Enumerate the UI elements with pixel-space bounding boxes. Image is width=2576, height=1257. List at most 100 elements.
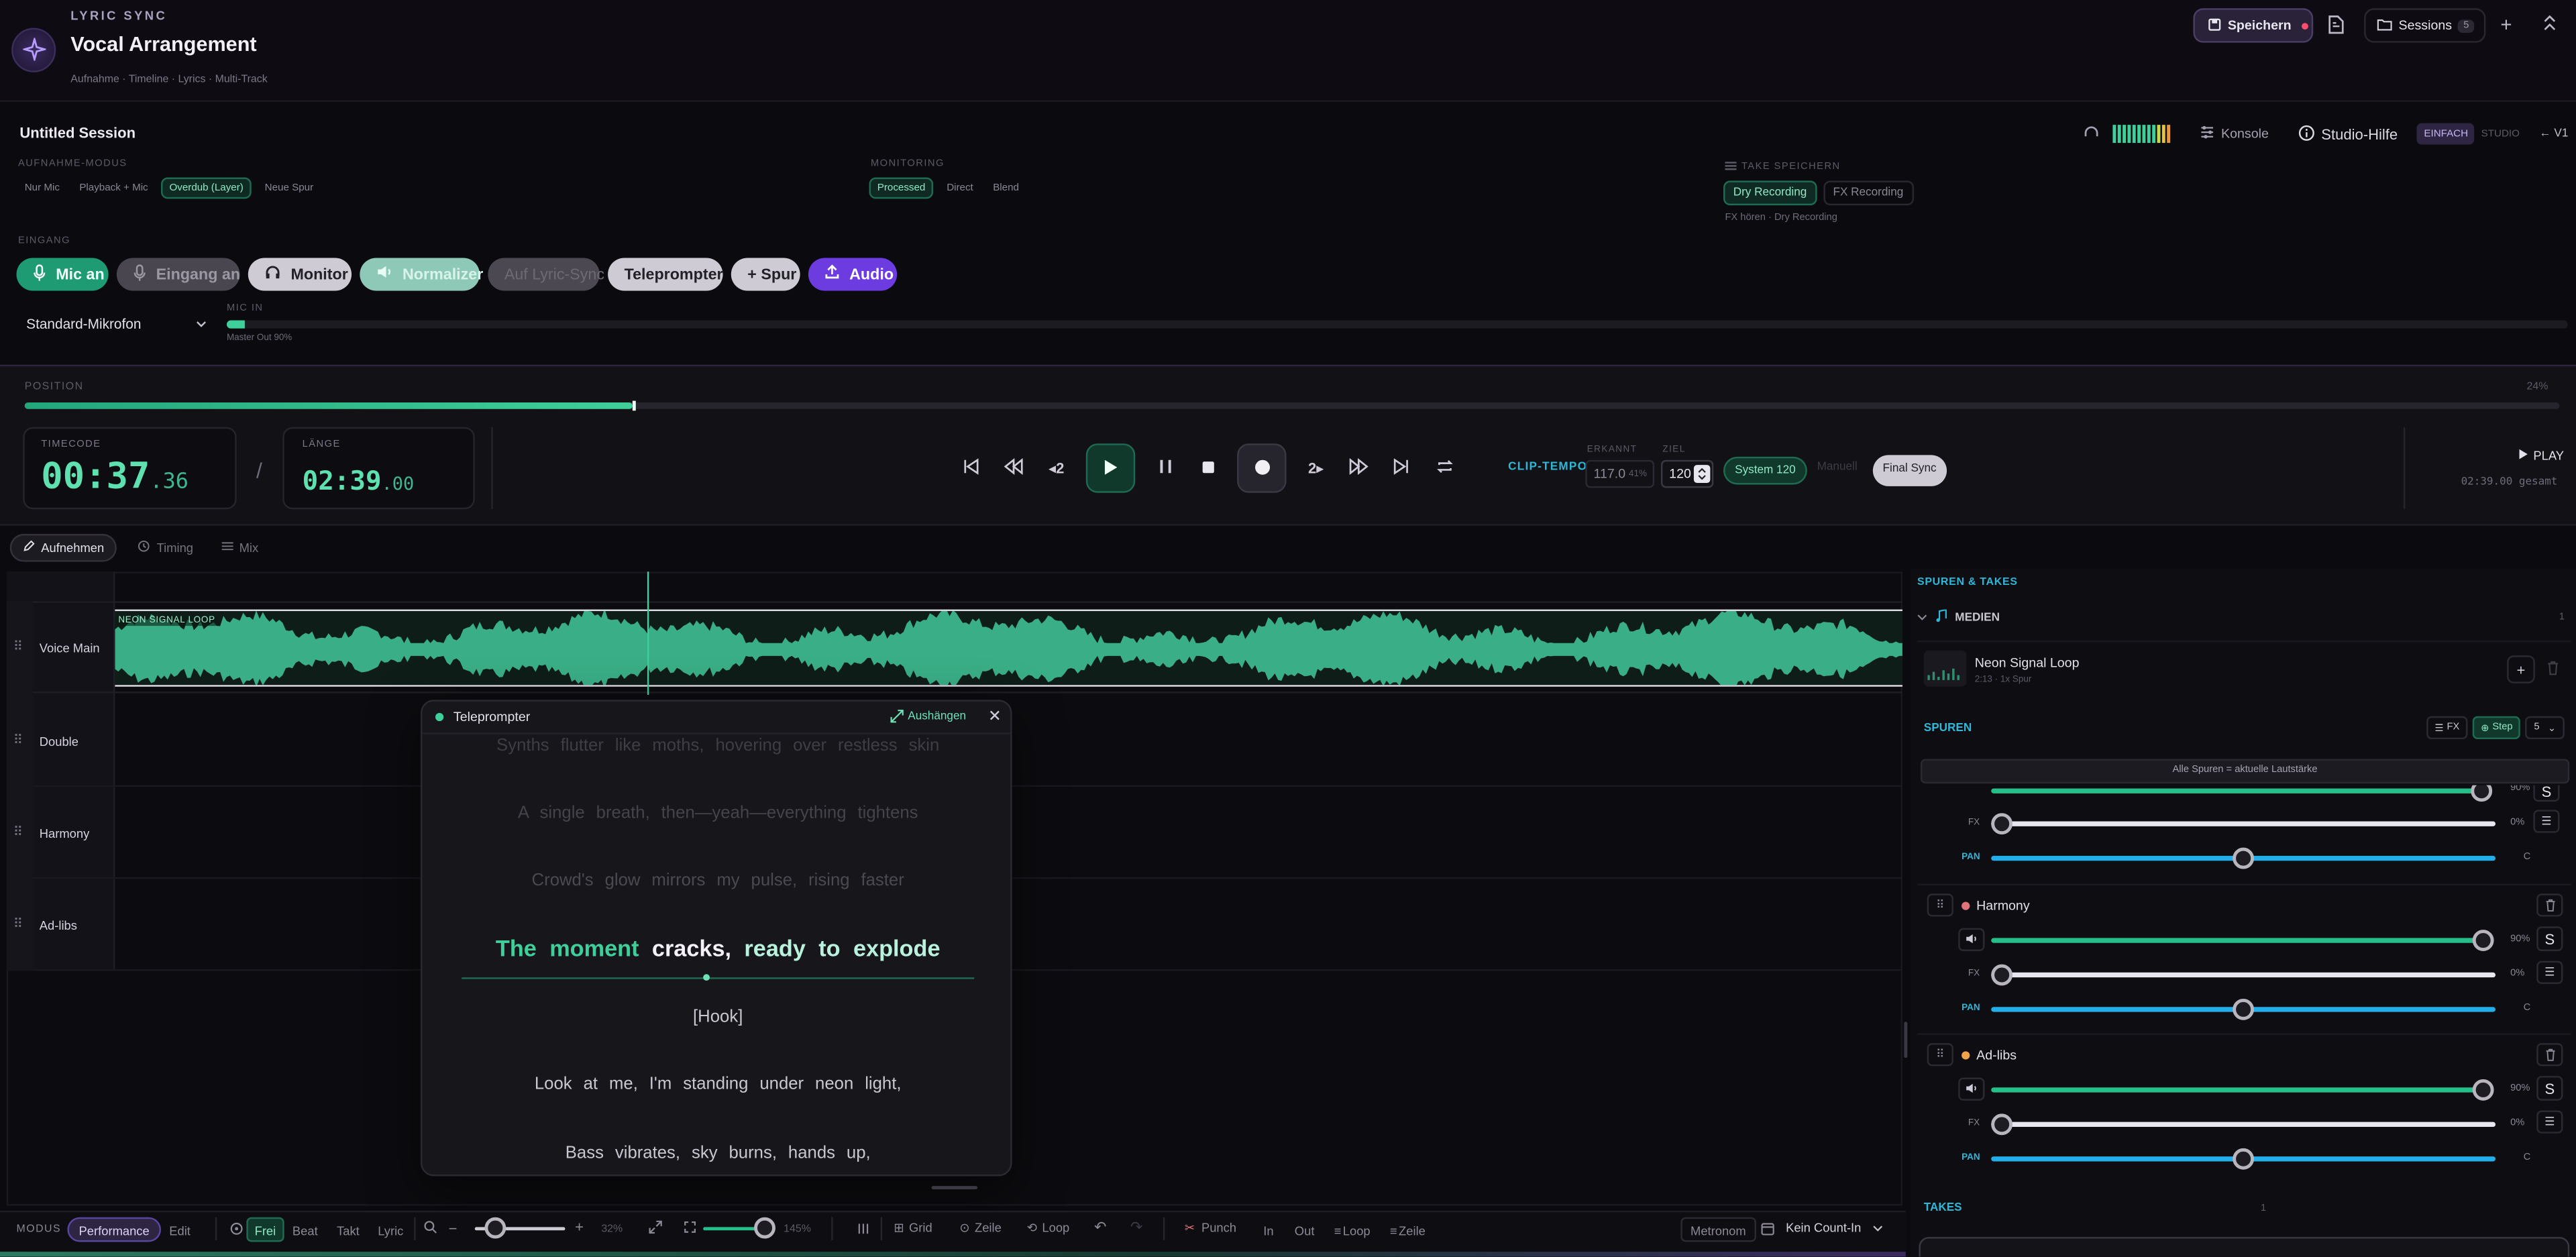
trash-icon[interactable]	[2536, 1043, 2563, 1067]
teleprompter-button[interactable]: Teleprompter	[608, 258, 723, 291]
play-button[interactable]	[1085, 443, 1136, 493]
forward-2s-button[interactable]: 2▸	[1298, 450, 1334, 486]
drag-handle-icon[interactable]: ⠿	[13, 917, 23, 932]
record-mode-playback[interactable]: Playback + Mic	[73, 179, 155, 197]
trash-icon[interactable]	[2546, 660, 2560, 678]
slider-knob[interactable]	[1991, 964, 2013, 986]
solo-button[interactable]: S	[2533, 785, 2560, 802]
snap-beat[interactable]: Beat	[292, 1224, 318, 1239]
fx-settings-icon[interactable]: ☰	[2533, 810, 2560, 833]
step-select[interactable]: 5 ⌄	[2526, 716, 2565, 740]
save-button[interactable]: Speichern	[2193, 8, 2314, 43]
punch-in[interactable]: In	[1263, 1224, 1273, 1239]
mode-simple[interactable]: EINFACH	[2417, 123, 2475, 145]
track-name-harmony[interactable]: Harmony	[40, 826, 90, 841]
line-toggle[interactable]: ⊙ Zeile	[959, 1221, 1002, 1236]
fx-slider[interactable]	[1991, 813, 2496, 835]
punch-line[interactable]: ≡ Zeile	[1390, 1224, 1426, 1239]
zoom-slider[interactable]	[474, 1217, 566, 1239]
volume-slider[interactable]	[1991, 785, 2493, 802]
slider-knob[interactable]	[1991, 1113, 2013, 1136]
zoom-in-button[interactable]: +	[575, 1219, 584, 1235]
slider-knob[interactable]	[2472, 930, 2494, 951]
skip-start-button[interactable]	[953, 450, 989, 486]
record-mode-overdub[interactable]: Overdub (Layer)	[161, 177, 252, 199]
punch-out[interactable]: Out	[1295, 1224, 1315, 1239]
fx-toggle[interactable]: ☰ FX	[2426, 716, 2468, 740]
mic-on-button[interactable]: Mic an	[16, 258, 109, 291]
stop-button[interactable]	[1189, 450, 1226, 486]
tab-timing[interactable]: Timing	[127, 534, 205, 562]
fx-slider[interactable]	[1991, 1113, 2496, 1136]
media-header[interactable]: MEDIEN 1	[1917, 604, 2575, 631]
fx-settings-icon[interactable]: ☰	[2536, 1110, 2563, 1134]
fx-slider[interactable]	[1991, 964, 2496, 986]
close-icon[interactable]	[989, 710, 1000, 724]
sessions-button[interactable]: Sessions 5	[2364, 8, 2486, 43]
tab-mix[interactable]: Mix	[215, 534, 265, 562]
track-name-adlibs[interactable]: Ad-libs	[40, 918, 77, 933]
volume-slider[interactable]	[1991, 1079, 2494, 1101]
height-icon[interactable]	[684, 1221, 697, 1237]
track-name-voice-main[interactable]: Voice Main	[40, 641, 100, 655]
snap-icon[interactable]	[230, 1222, 244, 1238]
system-tempo-button[interactable]: System 120	[1723, 456, 1807, 485]
audio-clip[interactable]: NEON SIGNAL LOOP	[115, 609, 1902, 687]
columns-icon[interactable]	[857, 1222, 869, 1238]
snap-lyric[interactable]: Lyric	[378, 1224, 403, 1239]
normalizer-button[interactable]: Normalizer	[360, 258, 483, 291]
resize-handle[interactable]	[931, 1186, 978, 1190]
punch-loop[interactable]: ≡ Loop	[1334, 1224, 1371, 1239]
undo-icon[interactable]: ↶	[1094, 1219, 1106, 1237]
count-in-select[interactable]: Kein Count-In	[1786, 1221, 1882, 1236]
audio-button[interactable]: Audio	[808, 258, 898, 291]
take-dry-recording[interactable]: Dry Recording	[1723, 180, 1817, 206]
panel-scroll-handle[interactable]	[1904, 1022, 1908, 1058]
position-bar[interactable]	[24, 400, 2560, 411]
slider-knob[interactable]	[2472, 1079, 2494, 1101]
mode-edit[interactable]: Edit	[169, 1224, 191, 1239]
snap-takt[interactable]: Takt	[337, 1224, 360, 1239]
mute-button[interactable]	[1958, 1077, 1985, 1101]
record-mode-neue-spur[interactable]: Neue Spur	[258, 179, 320, 197]
loop-toggle[interactable]: ⟲ Loop	[1027, 1221, 1070, 1236]
trash-icon[interactable]	[2536, 893, 2563, 917]
add-media-button[interactable]: +	[2507, 655, 2535, 684]
pan-slider[interactable]	[1991, 1148, 2496, 1170]
collapse-icon[interactable]	[2542, 15, 2558, 34]
metronome-button[interactable]: Metronom	[1680, 1217, 1756, 1242]
volume-slider[interactable]	[1991, 930, 2494, 951]
spinner-icon[interactable]	[1693, 465, 1711, 484]
pause-button[interactable]	[1146, 450, 1183, 486]
help-button[interactable]: Studio-Hilfe	[2298, 124, 2398, 144]
all-tracks-button[interactable]: Alle Spuren = aktuelle Lautstärke	[1920, 759, 2570, 784]
device-select[interactable]: Standard-Mikrofon	[18, 309, 215, 338]
mode-studio[interactable]: STUDIO	[2475, 123, 2526, 145]
fit-icon[interactable]	[649, 1220, 662, 1237]
slider-knob[interactable]	[484, 1217, 506, 1239]
fast-forward-button[interactable]	[1340, 450, 1377, 486]
record-button[interactable]	[1237, 443, 1287, 493]
slider-knob[interactable]	[2471, 785, 2493, 802]
pan-slider[interactable]	[1991, 847, 2496, 869]
record-mode-nur-mic[interactable]: Nur Mic	[18, 179, 66, 197]
drag-handle-icon[interactable]: ⠿	[13, 824, 23, 839]
lyric-sync-button[interactable]: Auf Lyric-Sync	[488, 258, 604, 291]
drag-handle-icon[interactable]: ⠿	[1927, 893, 1953, 917]
pan-slider[interactable]	[1991, 998, 2496, 1020]
step-toggle[interactable]: ⊕ Step	[2472, 716, 2521, 740]
punch-toggle[interactable]: ✂ Punch	[1185, 1221, 1236, 1236]
slider-knob[interactable]	[2233, 847, 2255, 869]
add-icon[interactable]: +	[2500, 13, 2512, 36]
add-track-button[interactable]: + Spur	[731, 258, 800, 291]
media-item[interactable]: Neon Signal Loop 2:13 · 1x Spur +	[1917, 641, 2571, 693]
drag-handle-icon[interactable]: ⠿	[1927, 1043, 1953, 1067]
version-toggle[interactable]: ← V1	[2539, 128, 2568, 140]
slider-knob[interactable]	[2233, 1148, 2255, 1170]
back-2s-button[interactable]: ◂2	[1038, 450, 1075, 486]
skip-end-button[interactable]	[1383, 450, 1419, 486]
loop-button[interactable]	[1426, 450, 1462, 486]
fx-settings-icon[interactable]: ☰	[2536, 961, 2563, 984]
detach-button[interactable]: Aushängen	[890, 708, 966, 725]
track-name-double[interactable]: Double	[40, 734, 78, 749]
